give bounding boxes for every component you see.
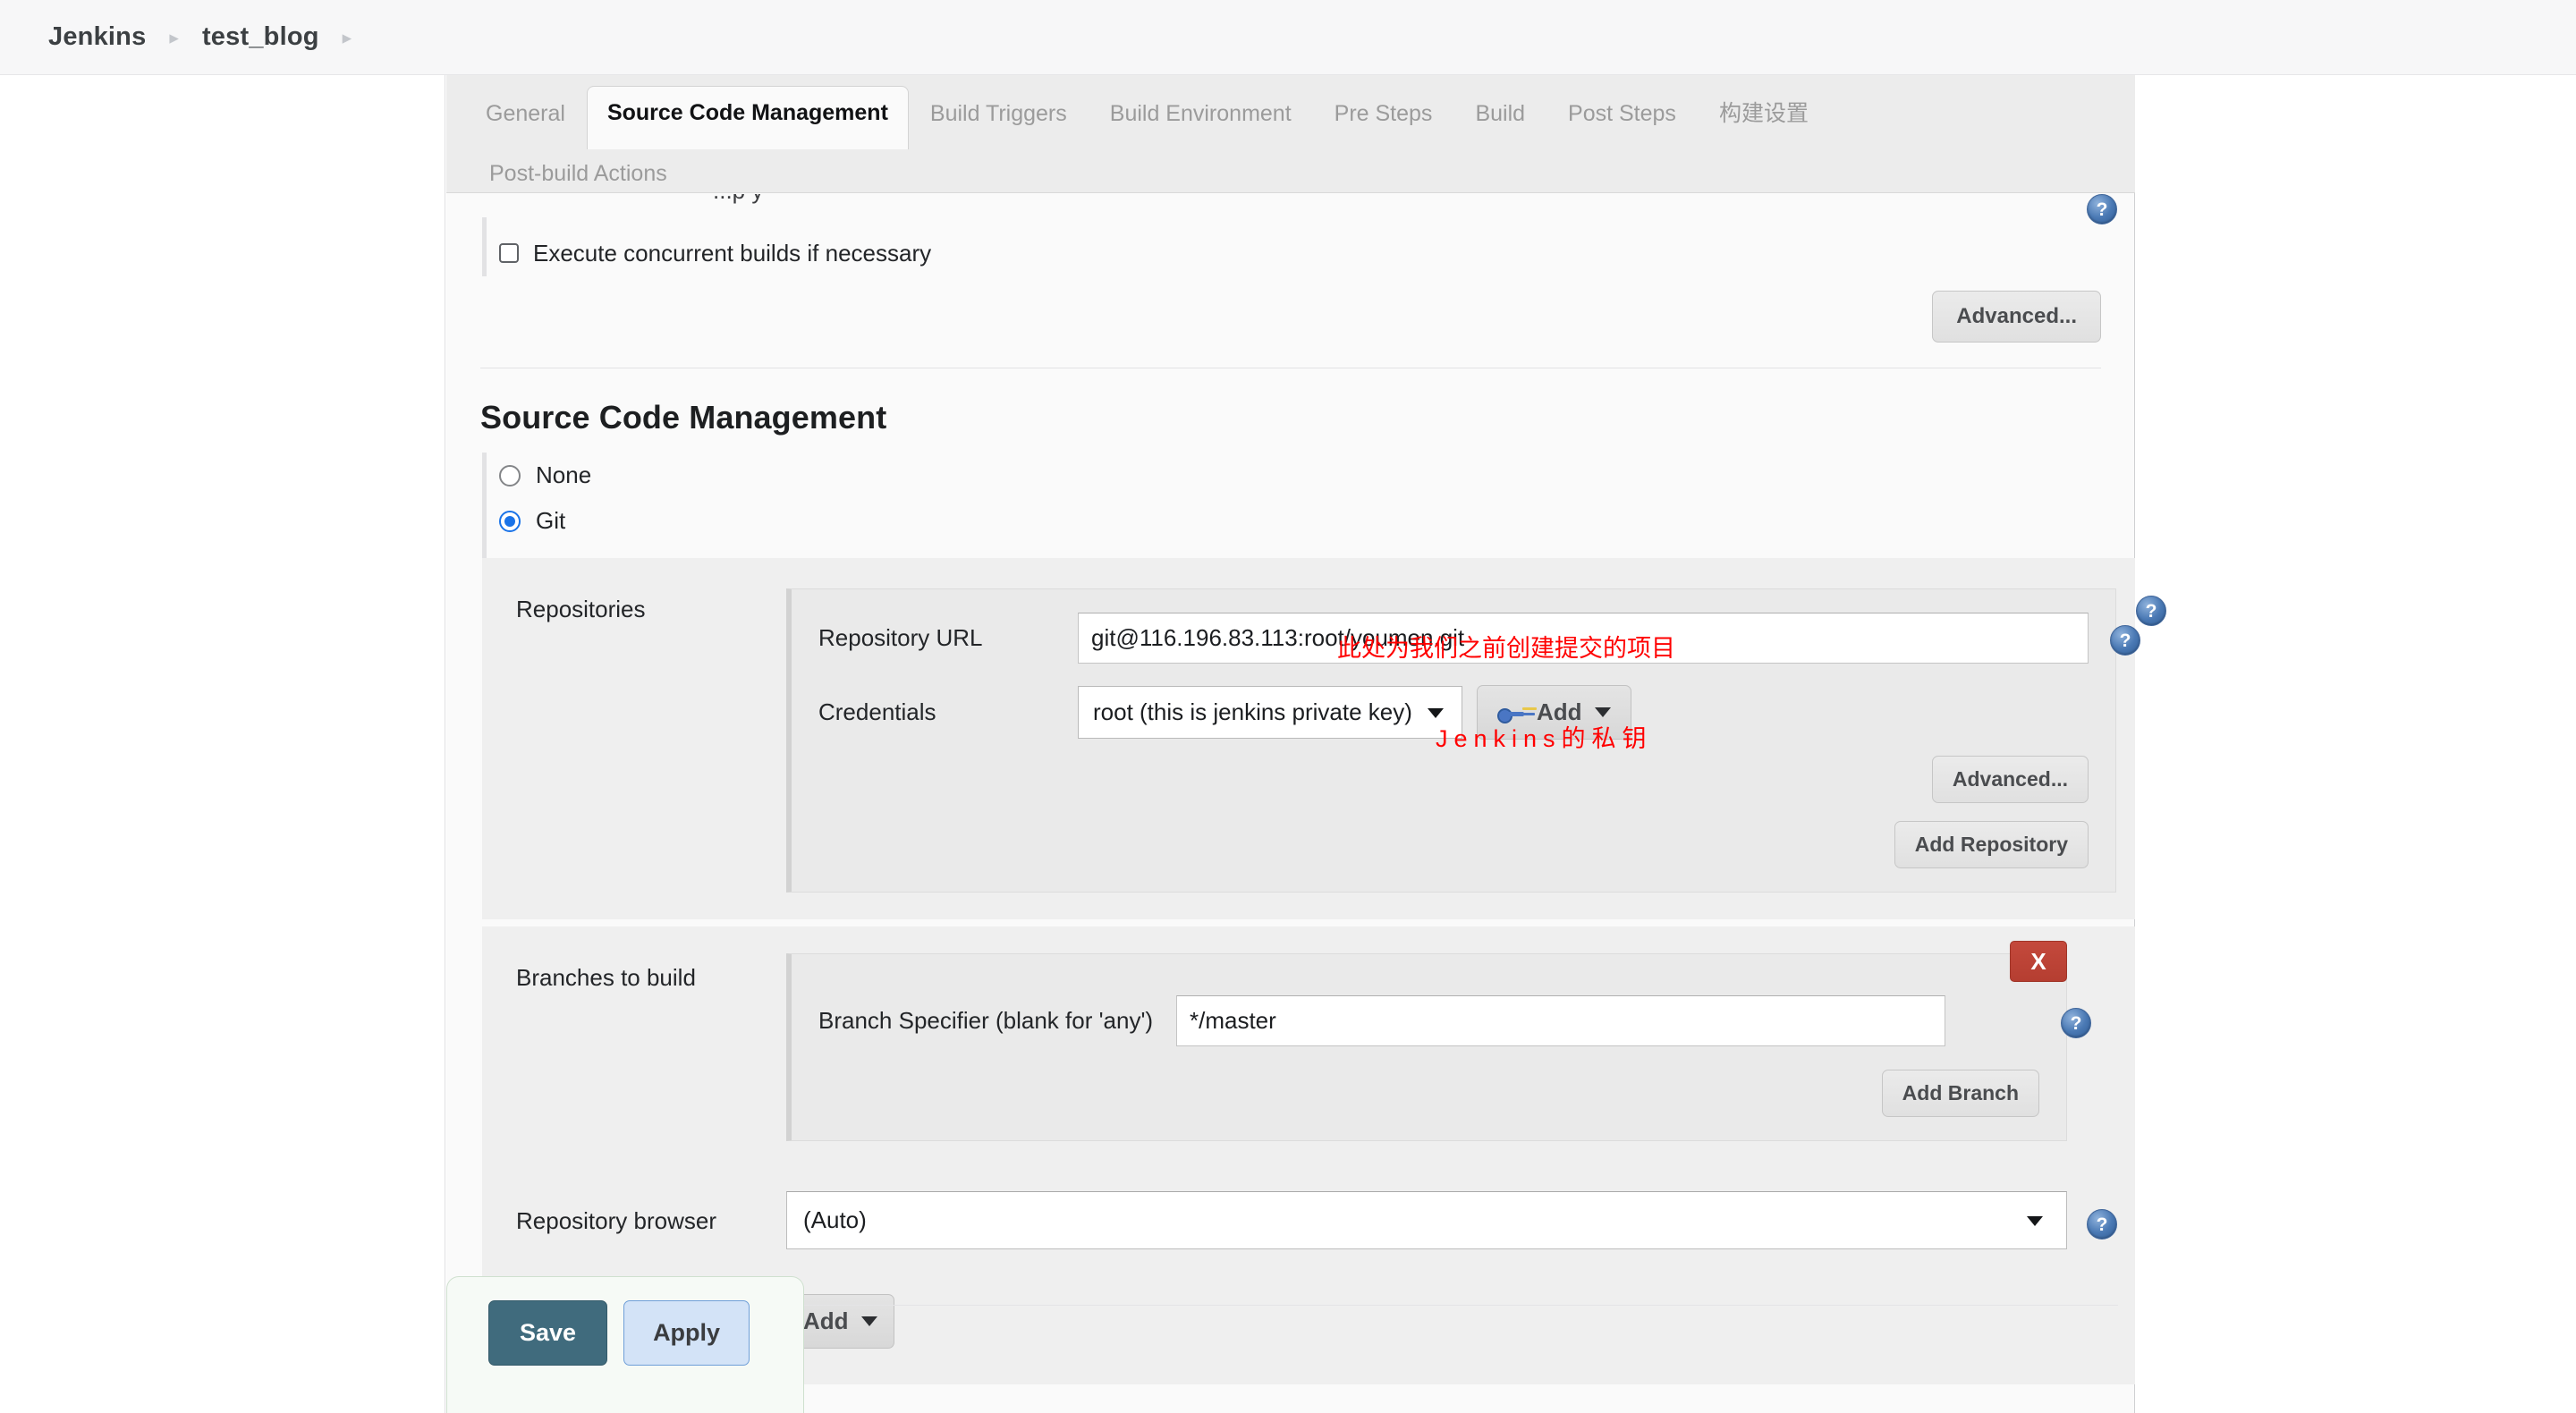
repository-url-label: Repository URL: [818, 624, 983, 651]
top-advanced-bar: Advanced...: [446, 276, 2135, 343]
tab-general[interactable]: General: [464, 88, 587, 140]
breadcrumb-separator-icon-2[interactable]: ▸: [343, 27, 352, 49]
chevron-down-icon-behaviours: [860, 1316, 877, 1326]
breadcrumb-item-jenkins[interactable]: Jenkins: [48, 22, 146, 52]
breadcrumb-item-test-blog[interactable]: test_blog: [202, 22, 319, 52]
add-branch-button[interactable]: Add Branch: [1881, 1070, 2039, 1117]
branches-label: Branches to build: [516, 964, 696, 991]
scm-radio-git[interactable]: [499, 510, 521, 532]
scm-radio-none-label: None: [536, 461, 592, 488]
add-branch-bar: Add Branch: [818, 1070, 2039, 1117]
repository-browser-select[interactable]: (Auto): [786, 1191, 2067, 1249]
scm-radio-none[interactable]: [499, 464, 521, 487]
help-icon-repository-browser[interactable]: ?: [2087, 1209, 2117, 1240]
config-tab-row-2: Post-build Actions: [464, 148, 2135, 199]
repository-url-line: Repository URL ? 此处为我们之前创建提交的项目: [818, 613, 2140, 664]
tab-build-triggers[interactable]: Build Triggers: [909, 88, 1089, 140]
branch-specifier-input[interactable]: [1176, 995, 1945, 1046]
key-icon: [1497, 704, 1524, 723]
config-tab-strip: General Source Code Management Build Tri…: [446, 75, 2135, 193]
repositories-setting-row: Repositories ? Repository URL ? 此处为我们之前创…: [482, 558, 2166, 919]
tab-post-steps[interactable]: Post Steps: [1546, 88, 1698, 140]
add-repository-button[interactable]: Add Repository: [1894, 821, 2089, 868]
right-rail: [2136, 75, 2576, 1413]
additional-behaviours-main: Add: [786, 1294, 2135, 1349]
save-apply-button-row: Save Apply: [488, 1300, 750, 1366]
help-icon-branch-specifier[interactable]: ?: [2061, 1008, 2091, 1038]
scm-section-title: Source Code Management: [480, 399, 887, 436]
repositories-label: Repositories: [516, 596, 646, 622]
repository-url-input[interactable]: [1078, 613, 2089, 664]
chevron-down-icon: [1594, 707, 1611, 717]
config-form: ...p y Execute concurrent builds if nece…: [446, 194, 2166, 1384]
concurrent-builds-row: Execute concurrent builds if necessary: [482, 217, 2135, 276]
repositories-help-wrap: ?: [2136, 596, 2166, 626]
tab-build-environment[interactable]: Build Environment: [1089, 88, 1313, 140]
repository-browser-label: Repository browser: [516, 1207, 716, 1234]
save-button[interactable]: Save: [488, 1300, 608, 1366]
tab-post-build-actions[interactable]: Post-build Actions: [468, 148, 689, 199]
concurrent-builds-block: Execute concurrent builds if necessary ?: [446, 194, 2135, 276]
branches-setting-row: Branches to build X Branch Specifier (bl…: [482, 926, 2135, 1168]
concurrent-builds-help: ?: [2087, 194, 2117, 224]
page-body: General Source Code Management Build Tri…: [0, 75, 2576, 1413]
help-icon-repositories[interactable]: ?: [2136, 596, 2166, 626]
add-credentials-label: Add: [1537, 698, 1582, 725]
scm-option-none-row[interactable]: None: [482, 453, 2135, 498]
save-apply-panel: ig Save Apply: [446, 1276, 804, 1413]
branch-specifier-line: Branch Specifier (blank for 'any') ?: [818, 995, 2091, 1046]
credentials-line: Credentials root (this is jenkins privat…: [818, 685, 2089, 752]
repository-browser-main: ? (Auto): [786, 1191, 2135, 1249]
repository-advanced-bar: Advanced...: [818, 756, 2089, 803]
indent-bar: [482, 217, 487, 276]
configure-content-panel: General Source Code Management Build Tri…: [446, 75, 2166, 1413]
apply-button[interactable]: Apply: [623, 1300, 750, 1366]
advanced-button-top[interactable]: Advanced...: [1932, 291, 2101, 343]
clipped-previous-row: ...p y: [482, 194, 2135, 217]
branch-specifier-label: Branch Specifier (blank for 'any'): [818, 1007, 1154, 1034]
repository-entry-box: Repository URL ? 此处为我们之前创建提交的项目 Credenti…: [786, 588, 2140, 893]
config-tab-row-1: General Source Code Management Build Tri…: [464, 86, 2135, 149]
help-icon-repository-url[interactable]: ?: [2110, 625, 2140, 656]
scm-option-git-row[interactable]: Git: [482, 498, 2135, 544]
breadcrumb-bar: Jenkins ▸ test_blog ▸: [0, 0, 2576, 75]
tab-build[interactable]: Build: [1453, 88, 1546, 140]
scm-radio-block: None Git: [446, 453, 2135, 558]
execute-concurrent-builds-checkbox[interactable]: [499, 243, 519, 263]
scm-radio-git-label: Git: [536, 507, 566, 534]
credentials-select[interactable]: root (this is jenkins private key): [1078, 686, 1462, 739]
indent-bar-radio: [482, 453, 487, 558]
tab-build-settings[interactable]: 构建设置: [1698, 88, 1830, 140]
tab-pre-steps[interactable]: Pre Steps: [1313, 88, 1454, 140]
execute-concurrent-builds-label: Execute concurrent builds if necessary: [533, 239, 932, 267]
clipped-previous-row-text: ...p y: [713, 194, 763, 205]
tab-source-code-management[interactable]: Source Code Management: [586, 86, 909, 149]
branch-entry-box: Branch Specifier (blank for 'any') ? Add…: [786, 953, 2091, 1141]
branches-main: X Branch Specifier (blank for 'any') ? A…: [786, 941, 2135, 1141]
add-behaviour-label: Add: [803, 1307, 849, 1334]
repositories-main: ? Repository URL ? 此处为我们之前创建提交的项目 Creden…: [786, 588, 2184, 893]
add-credentials-button[interactable]: Add: [1477, 685, 1631, 740]
repository-browser-setting-row: Repository browser ? (Auto): [482, 1168, 2135, 1273]
advanced-button-repository[interactable]: Advanced...: [1931, 756, 2089, 803]
breadcrumb-separator-icon: ▸: [169, 28, 179, 48]
add-repository-bar: Add Repository: [818, 821, 2089, 868]
credentials-label: Credentials: [818, 698, 936, 725]
delete-branch-button[interactable]: X: [2010, 941, 2067, 982]
left-rail: [0, 75, 445, 1413]
help-icon[interactable]: ?: [2087, 194, 2117, 224]
